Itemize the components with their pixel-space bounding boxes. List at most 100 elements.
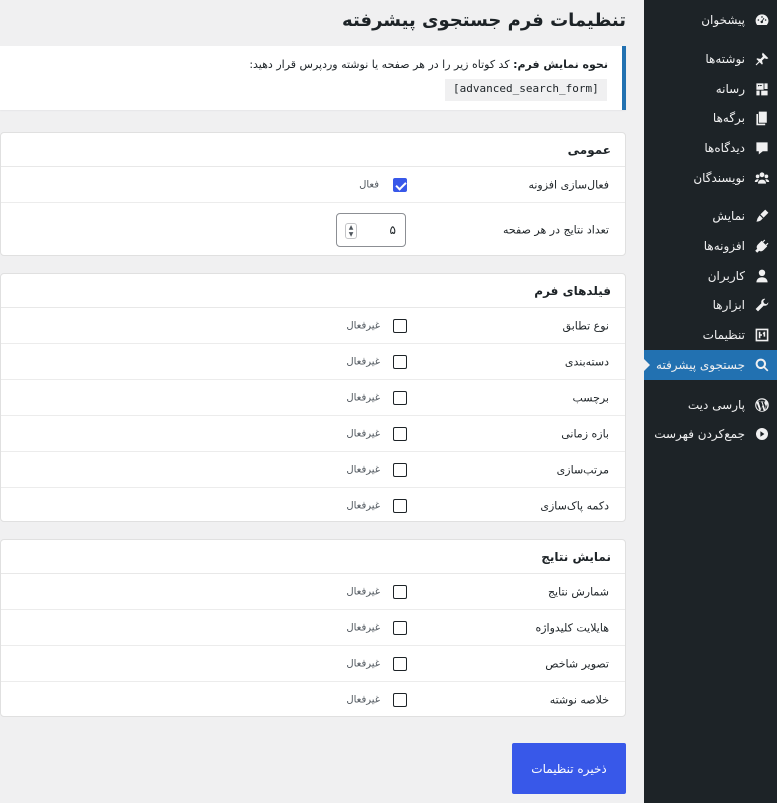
reset-button-checkbox[interactable] (393, 499, 407, 513)
enable-plugin-row: فعال‌سازی افزونه فعال (1, 167, 625, 203)
sidebar-item-label: کاربران (707, 269, 745, 283)
checkbox-status: غیرفعال (346, 464, 380, 475)
plugin-icon (751, 236, 773, 256)
stepper-arrows-icon[interactable]: ▲ ▼ (345, 223, 357, 239)
card-title: عمومی (1, 133, 625, 167)
sidebar-item-label: تنظیمات (702, 328, 745, 342)
checkbox-status: فعال (359, 179, 379, 190)
sidebar-item-tools[interactable]: ابزارها (644, 290, 777, 320)
sidebar-item-label: نوشته‌ها (705, 52, 745, 66)
sidebar-item-authors[interactable]: نویسندگان (644, 163, 777, 193)
collapse-icon (751, 424, 773, 444)
sidebar-item-label: دیدگاه‌ها (704, 141, 745, 155)
row-label: تعداد نتایج در هر صفحه (503, 223, 609, 237)
sidebar-item-posts[interactable]: نوشته‌ها (644, 44, 777, 74)
sidebar-item-collapse[interactable]: جمع‌کردن فهرست (644, 419, 777, 449)
notice-label: نحوه نمایش فرم: (513, 58, 608, 71)
form-field-row: دسته‌بندی غیرفعال (1, 344, 625, 380)
checkbox-status: غیرفعال (346, 694, 380, 706)
row-label: دسته‌بندی (564, 355, 609, 368)
sidebar-item-label: پارسی دیت (687, 398, 745, 412)
brush-icon (751, 206, 773, 226)
sidebar-item-label: جستجوی پیشرفته (656, 358, 745, 372)
results-count-checkbox[interactable] (393, 584, 407, 599)
keyword-highlight-checkbox[interactable] (393, 620, 407, 635)
row-label: نوع تطابق (562, 319, 609, 332)
form-fields-card: فیلدهای فرم نوع تطابق غیرفعال دسته‌بندی … (0, 273, 626, 522)
checkbox-status: غیرفعال (346, 586, 380, 597)
card-title: فیلدهای فرم (1, 274, 625, 308)
sidebar-item-parsi-date[interactable]: پارسی دیت (644, 390, 777, 420)
results-option-row: تصویر شاخص غیرفعال (1, 646, 625, 682)
checkbox-status: غیرفعال (346, 320, 380, 331)
row-label: بازه زمانی (561, 427, 609, 440)
user-icon (751, 266, 773, 286)
sidebar-item-settings[interactable]: تنظیمات (644, 320, 777, 350)
number-value: ۵ (389, 223, 396, 237)
dashboard-icon (751, 10, 773, 30)
admin-sidebar: پیشخوان نوشته‌ها رسانه برگه‌ها دیدگاه‌ها… (643, 0, 777, 803)
sidebar-item-comments[interactable]: دیدگاه‌ها (644, 133, 777, 163)
search-icon (751, 355, 773, 375)
comment-icon (751, 138, 773, 158)
row-label: مرتب‌سازی (556, 463, 609, 476)
sidebar-item-label: برگه‌ها (712, 111, 745, 125)
card-title: نمایش نتایج (1, 540, 625, 574)
sidebar-item-advanced-search[interactable]: جستجوی پیشرفته (643, 350, 777, 380)
form-field-row: مرتب‌سازی غیرفعال (1, 452, 625, 488)
sidebar-item-users[interactable]: کاربران (644, 261, 777, 291)
checkbox-status: غیرفعال (346, 392, 380, 403)
form-field-row: نوع تطابق غیرفعال (1, 308, 625, 344)
settings-icon (751, 325, 773, 345)
checkbox-status: غیرفعال (346, 622, 380, 633)
row-label: برچسب (572, 391, 609, 404)
sidebar-item-label: پیشخوان (701, 13, 745, 27)
excerpt-checkbox[interactable] (393, 693, 407, 707)
results-per-page-input[interactable]: ۵ ▲ ▼ (336, 213, 406, 247)
row-label: خلاصه نوشته (549, 693, 609, 707)
wordpress-icon (751, 395, 773, 415)
checkbox-status: غیرفعال (346, 500, 380, 512)
pages-icon (751, 108, 773, 128)
results-per-page-row: تعداد نتایج در هر صفحه ۵ ▲ ▼ (1, 203, 625, 255)
sidebar-item-label: جمع‌کردن فهرست (654, 427, 745, 441)
sidebar-item-label: رسانه (715, 82, 745, 96)
page-title: تنظیمات فرم جستجوی پیشرفته (342, 10, 626, 31)
sidebar-item-label: نمایش (712, 209, 745, 223)
results-option-row: شمارش نتایج غیرفعال (1, 574, 625, 610)
authors-icon (751, 168, 773, 188)
row-label: دکمه پاک‌سازی (540, 499, 609, 513)
sidebar-item-media[interactable]: رسانه (644, 74, 777, 104)
checkbox-status: غیرفعال (346, 428, 380, 439)
checkbox-status: غیرفعال (346, 658, 380, 669)
form-field-row: دکمه پاک‌سازی غیرفعال (1, 488, 625, 521)
form-field-row: بازه زمانی غیرفعال (1, 416, 625, 452)
notice-body: کد کوتاه زیر را در هر صفحه یا نوشته وردپ… (249, 58, 510, 71)
sidebar-item-pages[interactable]: برگه‌ها (644, 103, 777, 133)
row-label: هایلایت کلیدواژه (535, 621, 609, 634)
enable-plugin-checkbox[interactable] (393, 177, 407, 192)
row-label: شمارش نتایج (547, 585, 609, 598)
sidebar-item-appearance[interactable]: نمایش (644, 201, 777, 231)
media-icon (751, 79, 773, 99)
row-label: تصویر شاخص (545, 657, 609, 670)
sidebar-item-label: ابزارها (712, 298, 745, 312)
results-display-card: نمایش نتایج شمارش نتایج غیرفعال هایلایت … (0, 539, 626, 717)
main-content: تنظیمات فرم جستجوی پیشرفته نحوه نمایش فر… (0, 0, 644, 803)
sidebar-item-dashboard[interactable]: پیشخوان (644, 5, 777, 35)
sorting-checkbox[interactable] (393, 462, 407, 477)
category-checkbox[interactable] (393, 354, 407, 369)
save-settings-button[interactable]: ذخیره تنظیمات (512, 743, 626, 794)
shortcode-code[interactable]: [advanced_search_form] (445, 79, 607, 101)
form-field-row: برچسب غیرفعال (1, 380, 625, 416)
sidebar-item-label: افزونه‌ها (703, 239, 745, 253)
match-type-checkbox[interactable] (393, 318, 407, 333)
tag-checkbox[interactable] (393, 390, 407, 405)
date-range-checkbox[interactable] (393, 426, 407, 441)
row-label: فعال‌سازی افزونه (528, 178, 609, 191)
featured-image-checkbox[interactable] (393, 656, 407, 671)
wrench-icon (751, 295, 773, 315)
pin-icon (751, 49, 773, 69)
sidebar-item-plugins[interactable]: افزونه‌ها (644, 231, 777, 261)
notice-text: نحوه نمایش فرم: کد کوتاه زیر را در هر صف… (249, 58, 608, 71)
